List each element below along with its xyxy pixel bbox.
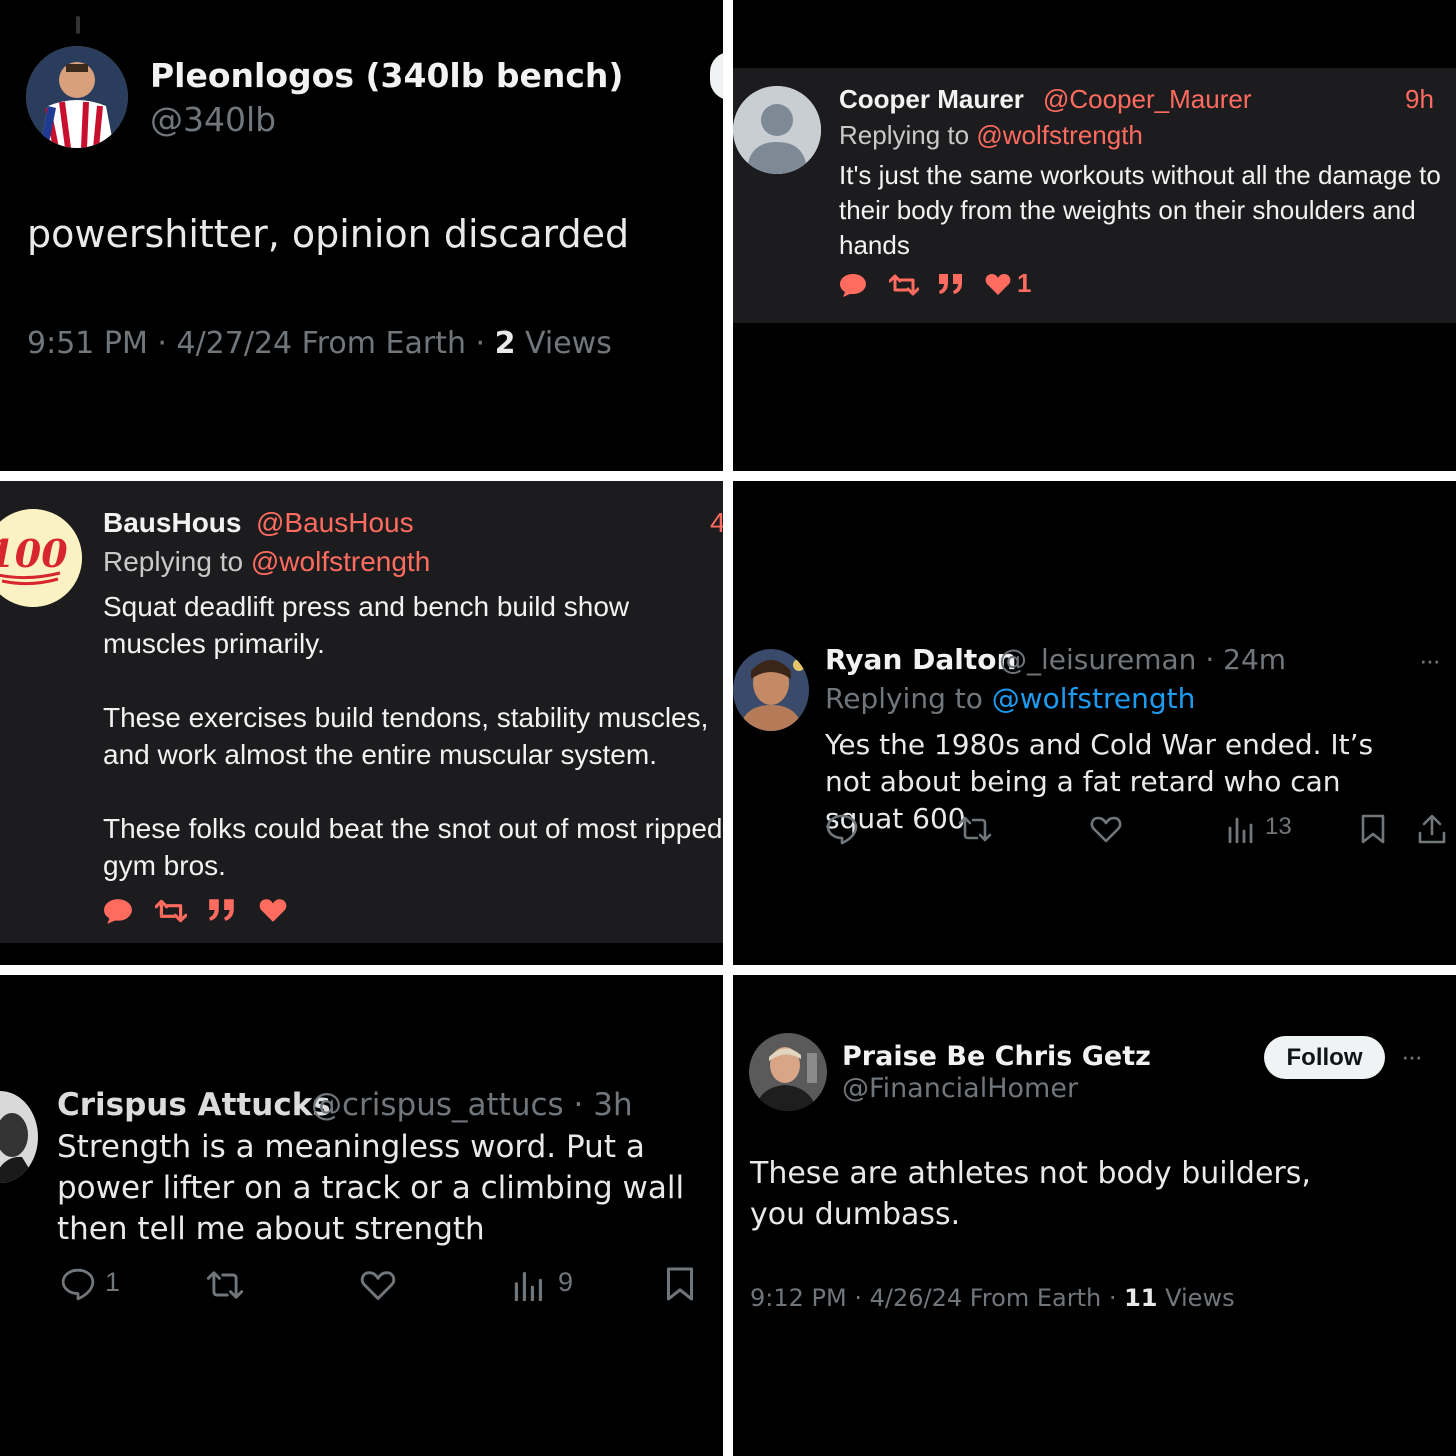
post-paragraph-1: Squat deadlift press and bench build sho… — [103, 591, 630, 659]
share-icon[interactable] — [1417, 813, 1447, 845]
post-age: · 24m — [1196, 643, 1287, 676]
views-count: 2 — [494, 326, 516, 361]
post-paragraph-3: These folks could beat the snot out of m… — [103, 813, 723, 881]
replying-to: Replying to @wolfstrength — [825, 682, 1195, 715]
views-count: 13 — [1265, 813, 1292, 840]
post-timestamp: 9:12 PM · 4/26/24 From Earth · 11 Views — [750, 1284, 1235, 1312]
post-panel-cooper: Cooper Maurer @Cooper_Maurer 9h Replying… — [733, 0, 1456, 471]
replying-handle[interactable]: @wolfstrength — [992, 682, 1196, 715]
action-bar — [103, 895, 303, 927]
bookmark-icon[interactable] — [1360, 813, 1386, 845]
scroll-indicator — [76, 16, 80, 34]
retweet-icon[interactable] — [957, 815, 993, 843]
post-meta: @_leisureman · 24m — [999, 643, 1286, 676]
action-bar: 1 — [839, 268, 1059, 300]
views-count: 9 — [558, 1267, 574, 1297]
avatar[interactable] — [749, 1033, 827, 1111]
handle[interactable]: @crispus_attucs — [311, 1087, 564, 1123]
handle[interactable]: @_leisureman — [999, 643, 1196, 676]
avatar[interactable] — [733, 649, 809, 731]
reply-icon[interactable] — [59, 1267, 97, 1301]
replying-prefix: Replying to — [839, 120, 977, 150]
handle[interactable]: @FinancialHomer — [842, 1073, 1078, 1104]
post-panel-pleonlogos: Pleonlogos (340lb bench) @340lb powershi… — [0, 0, 723, 471]
partial-button-edge — [710, 52, 723, 100]
post-age: 9h — [1405, 84, 1434, 114]
reply-icon[interactable] — [825, 813, 859, 845]
action-bar: 1 9 — [57, 1265, 707, 1305]
quote-icon[interactable] — [207, 897, 237, 923]
post-meta: @crispus_attucs · 3h — [311, 1087, 633, 1123]
like-count: 1 — [1017, 268, 1032, 298]
timestamp-text: 9:12 PM · 4/26/24 From Earth · — [750, 1284, 1125, 1312]
post-age: · 3h — [563, 1087, 633, 1123]
quote-icon[interactable] — [937, 272, 965, 296]
post-text: Strength is a meaningless word. Put a po… — [57, 1129, 685, 1247]
views-count: 11 — [1124, 1284, 1158, 1312]
action-bar: 13 — [825, 811, 1455, 847]
replying-prefix: Replying to — [825, 682, 992, 715]
views-icon[interactable] — [1227, 815, 1255, 843]
post-paragraph-2: These exercises build tendons, stability… — [103, 702, 709, 770]
display-name[interactable]: Pleonlogos (340lb bench) — [150, 56, 623, 95]
hundred-emoji-text: 100 — [0, 531, 68, 576]
replying-to: Replying to @wolfstrength — [103, 546, 430, 578]
reply-icon[interactable] — [839, 272, 867, 298]
avatar[interactable] — [733, 86, 821, 174]
heart-icon[interactable] — [985, 272, 1011, 296]
timestamp-text: 9:51 PM · 4/27/24 From Earth · — [27, 326, 495, 361]
heart-icon[interactable] — [359, 1268, 397, 1302]
post-panel-crispus: Crispus Attucks @crispus_attucs · 3h Str… — [0, 975, 723, 1456]
replying-to: Replying to @wolfstrength — [839, 120, 1143, 151]
post-panel-baushous: 100 BausHous @BausHous 4 Replying to @wo… — [0, 481, 723, 965]
more-options-icon[interactable]: ··· — [1401, 1041, 1423, 1072]
heart-icon[interactable] — [259, 897, 287, 923]
post-text: powershitter, opinion discarded — [27, 212, 630, 256]
heart-icon[interactable] — [1089, 814, 1123, 844]
avatar[interactable] — [26, 46, 128, 148]
views-icon[interactable] — [513, 1269, 545, 1301]
display-name[interactable]: Crispus Attucks — [57, 1087, 331, 1123]
views-label: Views — [515, 326, 612, 361]
bookmark-icon[interactable] — [665, 1265, 695, 1303]
handle[interactable]: @340lb — [150, 100, 276, 139]
post-text: It's just the same workouts without all … — [839, 160, 1441, 260]
post-text: These are athletes not body builders, yo… — [750, 1156, 1311, 1232]
reply-icon[interactable] — [103, 897, 133, 925]
post-panel-ryan: Ryan Dalton @_leisureman · 24m ··· Reply… — [733, 481, 1456, 965]
display-name[interactable]: Cooper Maurer — [839, 84, 1024, 115]
views-label: Views — [1157, 1284, 1235, 1312]
reply-count: 1 — [105, 1267, 121, 1297]
avatar[interactable] — [0, 1091, 38, 1183]
retweet-icon[interactable] — [889, 274, 919, 296]
handle[interactable]: @Cooper_Maurer — [1043, 84, 1251, 115]
replying-prefix: Replying to — [103, 546, 251, 577]
post-age: 4 — [710, 507, 723, 538]
follow-button[interactable]: Follow — [1264, 1036, 1385, 1079]
more-options-icon[interactable]: ··· — [1419, 645, 1441, 676]
post-timestamp: 9:51 PM · 4/27/24 From Earth · 2 Views — [27, 326, 612, 361]
display-name[interactable]: Ryan Dalton — [825, 643, 1016, 676]
display-name[interactable]: Praise Be Chris Getz — [842, 1041, 1151, 1072]
retweet-icon[interactable] — [205, 1269, 245, 1301]
handle[interactable]: @BausHous — [256, 507, 414, 539]
replying-handle[interactable]: @wolfstrength — [976, 120, 1143, 150]
post-panel-chris-getz: Praise Be Chris Getz @FinancialHomer Fol… — [733, 975, 1456, 1456]
display-name[interactable]: BausHous — [103, 507, 241, 539]
retweet-icon[interactable] — [155, 899, 187, 923]
replying-handle[interactable]: @wolfstrength — [251, 546, 430, 577]
